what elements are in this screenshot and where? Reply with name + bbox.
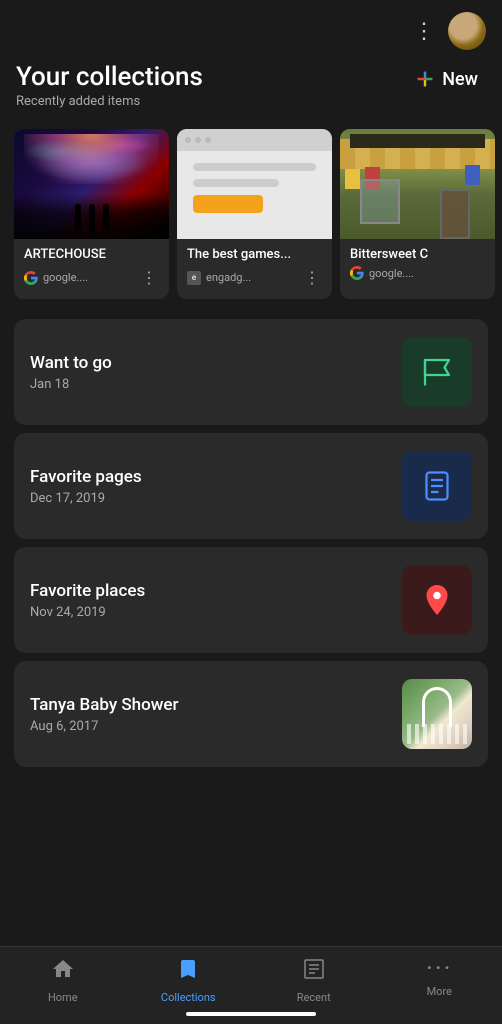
wedding-photo [402, 679, 472, 749]
google-icon [24, 271, 38, 285]
collection-text: Favorite places Nov 24, 2019 [30, 581, 145, 620]
collection-text: Favorite pages Dec 17, 2019 [30, 467, 142, 506]
page-title: Your collections [16, 62, 203, 92]
bittersweet-image [340, 129, 495, 239]
location-pin-icon [419, 582, 455, 618]
games-image [177, 129, 332, 239]
collection-name: Want to go [30, 353, 112, 373]
collection-icon-box-want-to-go [402, 337, 472, 407]
collection-name: Tanya Baby Shower [30, 695, 179, 715]
card-source: google.... [350, 266, 414, 280]
collection-icon-box-favorite-pages [402, 451, 472, 521]
collection-name: Favorite pages [30, 467, 142, 487]
engadget-icon: e [187, 271, 201, 285]
nav-label-home: Home [48, 991, 78, 1004]
card-menu-icon[interactable]: ⋮ [139, 266, 159, 289]
collection-date: Dec 17, 2019 [30, 491, 142, 506]
card-title: Bittersweet C [350, 247, 485, 262]
more-icon: ··· [426, 957, 452, 981]
nav-indicator [186, 1012, 316, 1016]
page-subtitle: Recently added items [16, 94, 203, 109]
card-games[interactable]: The best games... e engadg... ⋮ [177, 129, 332, 299]
new-collection-button[interactable]: New [406, 62, 486, 96]
collections-icon [176, 957, 200, 987]
nav-item-more[interactable]: ··· More [377, 957, 502, 1004]
avatar-image [448, 12, 486, 50]
collections-list: Want to go Jan 18 Favorite pages Dec 17,… [0, 311, 502, 775]
wedding-chairs [407, 724, 467, 744]
collection-date: Aug 6, 2017 [30, 719, 179, 734]
header-left: Your collections Recently added items [16, 62, 203, 109]
collection-item-want-to-go[interactable]: Want to go Jan 18 [14, 319, 488, 425]
collection-photo-tanya [402, 679, 472, 749]
bottom-navigation: Home Collections Recent ··· More [0, 946, 502, 1024]
card-title: ARTECHOUSE [24, 247, 159, 262]
card-source: google.... [24, 271, 88, 285]
source-text: google.... [369, 267, 414, 280]
source-text: engadg... [206, 271, 251, 284]
artechouse-image [14, 129, 169, 239]
flag-icon [419, 354, 455, 390]
top-bar: ⋮ [0, 0, 502, 58]
home-icon [51, 957, 75, 987]
overflow-menu-icon[interactable]: ⋮ [413, 19, 436, 44]
collection-item-tanya-baby-shower[interactable]: Tanya Baby Shower Aug 6, 2017 [14, 661, 488, 767]
document-icon [419, 468, 455, 504]
nav-label-recent: Recent [297, 991, 331, 1004]
recent-items-row: ARTECHOUSE google.... ⋮ [0, 117, 502, 311]
new-button-label: New [442, 69, 478, 90]
card-source: e engadg... [187, 271, 251, 285]
collection-name: Favorite places [30, 581, 145, 601]
card-menu-icon[interactable]: ⋮ [302, 266, 322, 289]
nav-label-collections: Collections [161, 991, 216, 1004]
card-title: The best games... [187, 247, 322, 262]
collection-text: Tanya Baby Shower Aug 6, 2017 [30, 695, 179, 734]
collection-item-favorite-pages[interactable]: Favorite pages Dec 17, 2019 [14, 433, 488, 539]
plus-icon [414, 68, 436, 90]
recent-icon [302, 957, 326, 987]
wedding-arch [422, 687, 452, 727]
nav-item-recent[interactable]: Recent [251, 957, 377, 1004]
collection-date: Nov 24, 2019 [30, 605, 145, 620]
google-icon [350, 266, 364, 280]
nav-item-collections[interactable]: Collections [126, 957, 252, 1004]
source-text: google.... [43, 271, 88, 284]
user-avatar[interactable] [448, 12, 486, 50]
collection-item-favorite-places[interactable]: Favorite places Nov 24, 2019 [14, 547, 488, 653]
collection-text: Want to go Jan 18 [30, 353, 112, 392]
nav-label-more: More [427, 985, 452, 998]
card-artechouse[interactable]: ARTECHOUSE google.... ⋮ [14, 129, 169, 299]
card-bittersweet[interactable]: Bittersweet C google.... [340, 129, 495, 299]
nav-item-home[interactable]: Home [0, 957, 126, 1004]
page-header: Your collections Recently added items Ne… [0, 58, 502, 117]
collection-date: Jan 18 [30, 377, 112, 392]
collection-icon-box-favorite-places [402, 565, 472, 635]
